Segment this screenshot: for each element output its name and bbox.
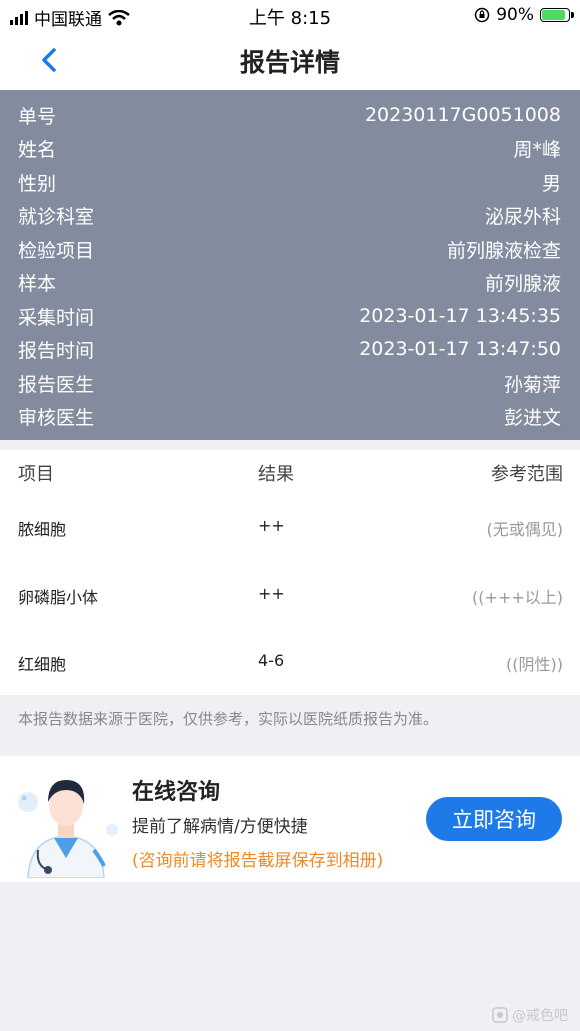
online-consult-card: 在线咨询 提前了解病情/方便快捷 (咨询前请将报告截屏保存到相册) 立即咨询 bbox=[0, 756, 580, 882]
info-label: 性别 bbox=[18, 172, 57, 195]
header-result: 结果 bbox=[258, 464, 294, 485]
info-row-report-doctor: 报告医生 孙菊萍 bbox=[18, 368, 561, 398]
info-value: 彭进文 bbox=[503, 406, 561, 429]
battery-icon bbox=[540, 8, 574, 22]
info-value: 20230117G0051008 bbox=[364, 104, 561, 126]
doctor-illustration-icon bbox=[18, 780, 118, 878]
result-value: ++ bbox=[258, 584, 285, 603]
table-row: 红细胞 4-6 ((阴性)) bbox=[0, 651, 580, 681]
info-value: 泌尿外科 bbox=[484, 205, 561, 228]
info-row-collect-time: 采集时间 2023-01-17 13:45:35 bbox=[18, 301, 561, 331]
consult-title: 在线咨询 bbox=[132, 780, 221, 805]
info-label: 单号 bbox=[18, 105, 57, 128]
consult-now-button[interactable]: 立即咨询 bbox=[426, 797, 562, 841]
results-header: 项目 结果 参考范围 bbox=[0, 460, 580, 490]
result-item: 卵磷脂小体 bbox=[18, 588, 99, 607]
info-label: 报告医生 bbox=[18, 373, 95, 396]
result-value: 4-6 bbox=[258, 651, 285, 670]
info-label: 采集时间 bbox=[18, 306, 95, 329]
info-value: 孙菊萍 bbox=[503, 373, 561, 396]
result-item: 脓细胞 bbox=[18, 520, 67, 539]
orientation-lock-icon bbox=[474, 7, 490, 23]
result-range: (无或偶见) bbox=[486, 520, 564, 539]
watermark: @戒色吧 bbox=[492, 1005, 568, 1025]
result-value: ++ bbox=[258, 516, 285, 535]
report-info-panel: 单号 20230117G0051008 姓名 周*峰 性别 男 就诊科室 泌尿外… bbox=[0, 90, 580, 440]
table-row: 脓细胞 ++ (无或偶见) bbox=[0, 516, 580, 546]
info-label: 检验项目 bbox=[18, 239, 95, 262]
info-value: 男 bbox=[541, 172, 561, 195]
info-label: 审核医生 bbox=[18, 406, 95, 429]
results-table: 项目 结果 参考范围 脓细胞 ++ (无或偶见) 卵磷脂小体 ++ ((+++以… bbox=[0, 450, 580, 695]
info-row-report-time: 报告时间 2023-01-17 13:47:50 bbox=[18, 334, 561, 364]
watermark-logo-icon bbox=[492, 1007, 508, 1023]
header-item: 项目 bbox=[18, 464, 54, 485]
info-label: 姓名 bbox=[18, 138, 57, 161]
result-item: 红细胞 bbox=[18, 655, 67, 674]
consult-note: (咨询前请将报告截屏保存到相册) bbox=[132, 851, 384, 871]
info-label: 报告时间 bbox=[18, 339, 95, 362]
info-value: 前列腺液检查 bbox=[446, 239, 561, 262]
result-range: ((+++以上) bbox=[472, 588, 563, 607]
battery-percent: 90% bbox=[496, 5, 534, 25]
result-range: ((阴性)) bbox=[506, 655, 563, 674]
info-row-review-doctor: 审核医生 彭进文 bbox=[18, 401, 561, 431]
header-range: 参考范围 bbox=[491, 464, 563, 485]
info-row-sample: 样本 前列腺液 bbox=[18, 267, 561, 297]
info-value: 前列腺液 bbox=[484, 272, 561, 295]
info-row-name: 姓名 周*峰 bbox=[18, 133, 561, 163]
disclaimer-text: 本报告数据来源于医院，仅供参考，实际以医院纸质报告为准。 bbox=[18, 710, 439, 728]
info-row-department: 就诊科室 泌尿外科 bbox=[18, 200, 561, 230]
info-label: 就诊科室 bbox=[18, 205, 95, 228]
info-value: 2023-01-17 13:47:50 bbox=[359, 338, 561, 360]
info-value: 周*峰 bbox=[513, 138, 561, 161]
info-row-test-item: 检验项目 前列腺液检查 bbox=[18, 234, 561, 264]
info-label: 样本 bbox=[18, 272, 57, 295]
table-row: 卵磷脂小体 ++ ((+++以上) bbox=[0, 584, 580, 614]
consult-subtitle: 提前了解病情/方便快捷 bbox=[132, 817, 308, 837]
info-row-order-no: 单号 20230117G0051008 bbox=[18, 100, 561, 130]
status-bar: 中国联通 上午 8:15 90% bbox=[0, 0, 580, 30]
nav-bar: 报告详情 bbox=[0, 30, 580, 90]
info-row-gender: 性别 男 bbox=[18, 167, 561, 197]
info-value: 2023-01-17 13:45:35 bbox=[359, 305, 561, 327]
page-title: 报告详情 bbox=[239, 48, 340, 77]
watermark-text: @戒色吧 bbox=[512, 1008, 568, 1024]
